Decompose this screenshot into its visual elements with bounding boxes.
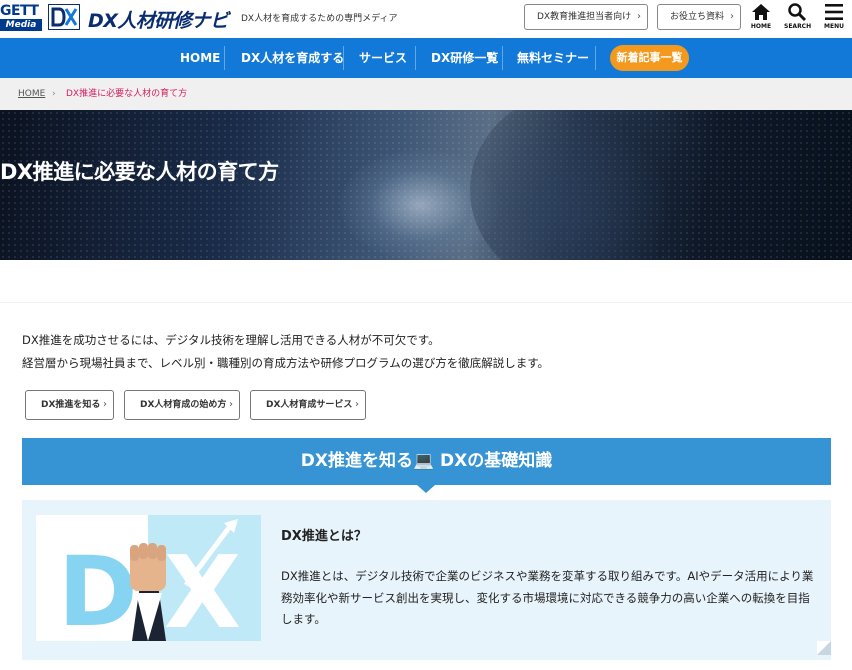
promoter-button[interactable]: DX教育推進担当者向け › — [524, 4, 648, 30]
jump-link-services[interactable]: DX人材育成サービス › — [250, 390, 366, 420]
home-icon-label: HOME — [750, 23, 772, 30]
gett-media-logo[interactable]: GETT Media — [0, 4, 44, 32]
nav-divider — [224, 46, 225, 70]
search-icon — [788, 3, 807, 22]
logo-gett-text: GETT — [0, 3, 39, 19]
search-button[interactable]: SEARCH — [784, 2, 812, 34]
chevron-right-icon: › — [52, 89, 56, 99]
nav-item-home[interactable]: HOME — [180, 38, 220, 78]
nav-item-services[interactable]: サービス — [359, 38, 407, 78]
article-heading[interactable]: DX推進とは？ — [281, 525, 367, 544]
chevron-right-icon: › — [229, 399, 233, 410]
jump-link-label: DX推進を知る — [41, 400, 101, 410]
dx-logo-icon[interactable] — [47, 3, 81, 31]
jump-link-label: DX人材育成サービス — [266, 400, 353, 410]
chevron-right-icon: › — [355, 399, 359, 410]
chevron-right-icon: › — [730, 11, 734, 22]
intro-line: DX推進を成功させるには、デジタル技術を理解し活用できる人材が不可欠です。 — [22, 333, 440, 347]
logo-media-text: Media — [0, 19, 42, 31]
hero-hand-silhouette — [470, 110, 690, 260]
article-thumbnail[interactable]: D X — [36, 515, 261, 641]
dx-fist-illustration: D X — [36, 515, 261, 641]
breadcrumb: HOME › DX推進に必要な人材の育て方 — [0, 78, 852, 110]
article-summary: DX推進とは、デジタル技術で企業のビジネスや業務を変革する取り組みです。AIやデ… — [281, 569, 814, 626]
breadcrumb-current: DX推進に必要な人材の育て方 — [66, 89, 188, 99]
svg-text:D: D — [58, 536, 138, 641]
nav-divider — [502, 46, 503, 70]
nav-divider — [343, 46, 344, 70]
article-card[interactable]: D X DX推進とは？ DX推進とは、デジタル技術で企業のビジネスや業務を変革す… — [22, 500, 831, 660]
section-header-arrow — [417, 485, 435, 493]
page-curl-shadow — [817, 641, 831, 655]
nav-item-training-list[interactable]: DX研修一覧 — [431, 38, 498, 78]
jump-link-label: DX人材育成の始め方 — [140, 400, 227, 410]
nav-divider — [595, 46, 596, 70]
global-nav: HOME DX人材を育成する サービス DX研修一覧 無料セミナー 新着記事一覧 — [0, 38, 852, 78]
svg-text:X: X — [164, 534, 241, 641]
page-title: DX推進に必要な人材の育て方 — [0, 160, 279, 184]
resources-button-label: お役立ち資料 — [670, 12, 725, 22]
section-header: DX推進を知る💻 DXの基礎知識 — [22, 438, 831, 485]
chevron-right-icon: › — [103, 399, 107, 410]
home-button[interactable]: HOME — [748, 2, 774, 34]
site-header: GETT Media DX人材研修ナビ DX人材を育成するための専門メディア D… — [0, 0, 852, 38]
home-icon — [752, 4, 770, 20]
menu-icon — [825, 4, 843, 20]
site-tagline: DX人材を育成するための専門メディア — [241, 14, 398, 24]
new-articles-button[interactable]: 新着記事一覧 — [610, 45, 689, 71]
divider — [0, 302, 852, 303]
promoter-button-label: DX教育推進担当者向け — [537, 12, 632, 22]
section-title: DX推進を知る💻 DXの基礎知識 — [300, 451, 553, 471]
menu-icon-label: MENU — [824, 23, 844, 30]
jump-link-about-dx[interactable]: DX推進を知る › — [25, 390, 114, 420]
nav-divider — [415, 46, 416, 70]
chevron-right-icon: › — [637, 11, 641, 22]
breadcrumb-home-link[interactable]: HOME — [18, 78, 45, 110]
nav-item-develop-dx-talent[interactable]: DX人材を育成する — [241, 38, 344, 78]
resources-button[interactable]: お役立ち資料 › — [657, 4, 741, 30]
intro-line: 経営層から現場社員まで、レベル別・職種別の育成方法や研修プログラムの選び方を徹底… — [22, 356, 550, 370]
hero-banner: DX推進に必要な人材の育て方 — [0, 110, 852, 260]
menu-button[interactable]: MENU — [821, 2, 847, 34]
site-brand-name[interactable]: DX人材研修ナビ — [88, 6, 229, 33]
search-icon-label: SEARCH — [784, 23, 812, 30]
nav-item-free-seminar[interactable]: 無料セミナー — [517, 38, 589, 78]
jump-link-getting-started[interactable]: DX人材育成の始め方 › — [124, 390, 240, 420]
intro-text: DX推進を成功させるには、デジタル技術を理解し活用できる人材が不可欠です。 経営… — [22, 329, 549, 375]
